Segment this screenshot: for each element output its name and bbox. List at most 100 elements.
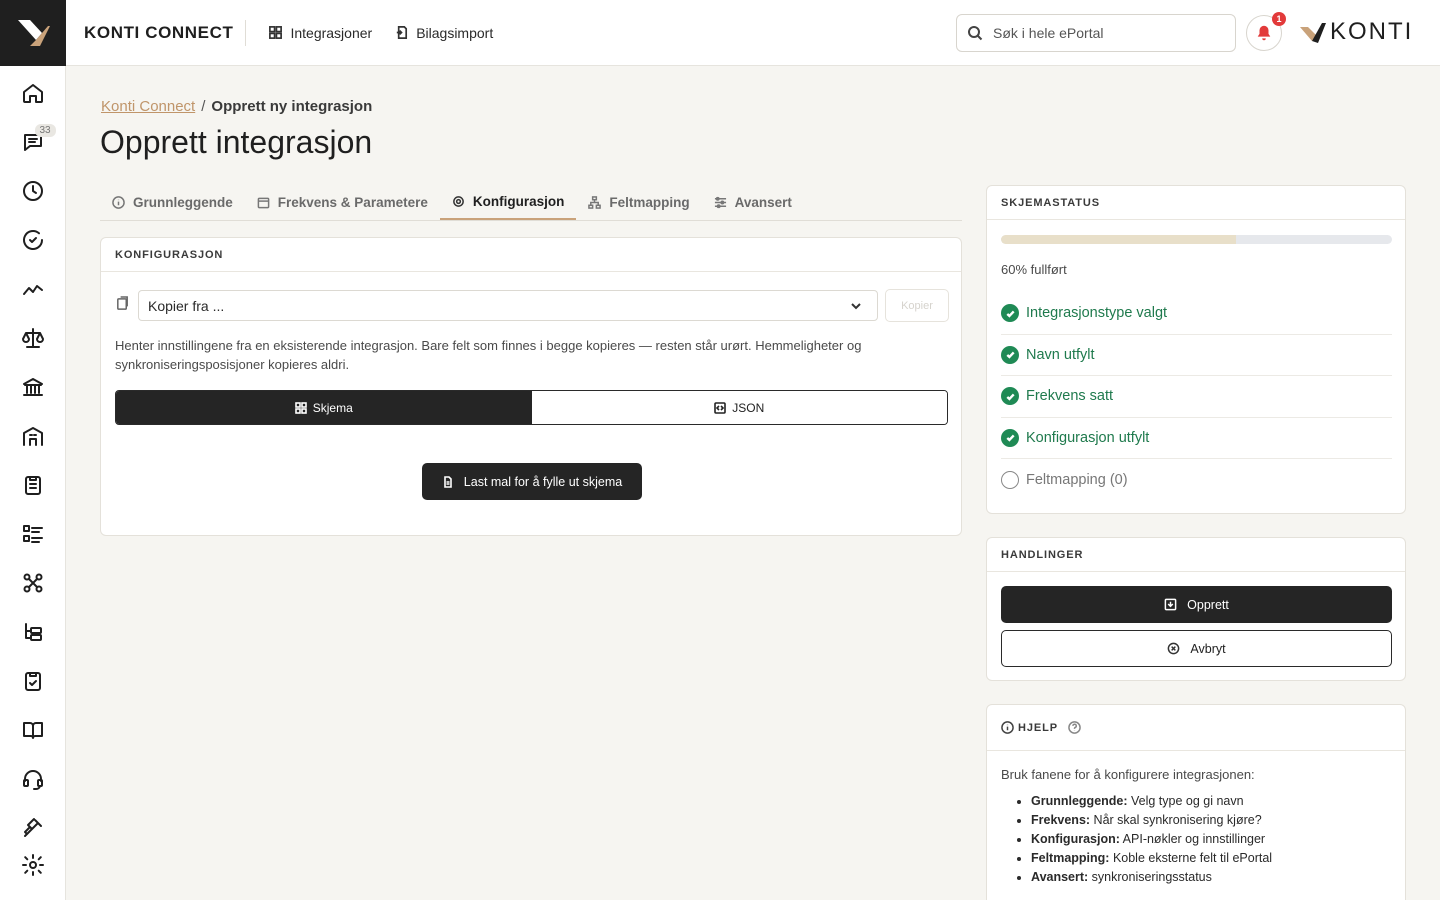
search-icon xyxy=(968,26,983,41)
mode-json-button[interactable]: JSON xyxy=(531,391,947,424)
save-icon xyxy=(1164,598,1177,611)
progress-fill xyxy=(1001,235,1236,244)
nav-link-label: Integrasjoner xyxy=(290,24,373,41)
actions-card: HANDLINGER Opprett Avbryt xyxy=(986,537,1406,681)
tab-label: Grunnleggende xyxy=(133,195,233,210)
help-desc: synkroniseringsstatus xyxy=(1088,870,1212,884)
tab-label: Avansert xyxy=(734,195,792,210)
mode-toggle: Skjema JSON xyxy=(115,390,948,425)
mode-json-label: JSON xyxy=(732,400,765,415)
copy-from-select[interactable]: Kopier fra ... xyxy=(138,290,878,321)
tab-bar: Grunnleggende Frekvens & Parametere Konf… xyxy=(100,185,962,221)
nav-list-icon[interactable] xyxy=(13,514,53,554)
nav-settings-icon[interactable] xyxy=(13,845,53,885)
breadcrumb-separator: / xyxy=(201,98,206,115)
nav-messages-icon[interactable]: 33 xyxy=(13,122,56,162)
konti-mark-icon xyxy=(1300,23,1326,43)
actions-card-heading: HANDLINGER xyxy=(987,538,1405,572)
help-desc: Velg type og gi navn xyxy=(1127,794,1244,808)
tab-feltmapping[interactable]: Feltmapping xyxy=(576,185,701,220)
nav-link-bilagsimport[interactable]: Bilagsimport xyxy=(394,25,493,41)
mode-schema-button[interactable]: Skjema xyxy=(116,391,532,424)
help-intro: Bruk fanene for å konfigurere integrasjo… xyxy=(1001,767,1255,782)
copy-button[interactable]: Kopier xyxy=(885,289,949,322)
nav-support-icon[interactable] xyxy=(13,759,53,799)
checklist-item: Navn utfylt xyxy=(1001,335,1392,376)
help-card-header: HJELP xyxy=(987,705,1405,751)
check-circle-icon xyxy=(1001,387,1019,406)
app-logo[interactable] xyxy=(0,0,66,66)
help-term: Frekvens: xyxy=(1031,813,1091,827)
checklist-item-label: Feltmapping (0) xyxy=(1026,471,1128,488)
tab-frekvens[interactable]: Frekvens & Parametere xyxy=(245,185,440,220)
nav-clipboard-icon[interactable] xyxy=(13,465,53,505)
tab-label: Frekvens & Parametere xyxy=(277,195,428,210)
nav-building-icon[interactable] xyxy=(13,416,53,456)
help-term: Konfigurasjon: xyxy=(1031,832,1120,846)
help-list-item: Konfigurasjon: API-nøkler og innstilling… xyxy=(1031,830,1272,849)
checklist-item: Integrasjonstype valgt xyxy=(1001,293,1392,335)
page-title: Opprett integrasjon xyxy=(100,124,373,160)
question-icon[interactable] xyxy=(1068,721,1081,734)
nav-plug-icon[interactable] xyxy=(13,808,53,848)
copy-help-text: Henter innstillingene fra en eksisterend… xyxy=(115,338,862,372)
konti-mark-icon xyxy=(18,20,50,46)
bell-icon xyxy=(1257,25,1271,41)
nav-home-icon[interactable] xyxy=(13,73,53,113)
create-button-label: Opprett xyxy=(1187,597,1229,612)
help-list-item: Frekvens: Når skal synkronisering kjøre? xyxy=(1031,811,1272,830)
nav-clock-icon[interactable] xyxy=(13,171,53,211)
nav-bank-icon[interactable] xyxy=(13,367,53,407)
sidebar: 33 xyxy=(0,0,66,900)
nav-history-icon[interactable] xyxy=(13,220,53,260)
search-input[interactable] xyxy=(993,25,1213,41)
help-list-item: Grunnleggende: Velg type og gi navn xyxy=(1031,792,1272,811)
info-icon xyxy=(1001,721,1014,734)
breadcrumb: Konti Connect / Opprett ny integrasjon xyxy=(101,98,372,115)
konti-logo: KONTI xyxy=(1298,18,1413,46)
help-card-heading: HJELP xyxy=(1018,721,1058,734)
copy-from-row: Kopier fra ... Kopier xyxy=(115,289,949,322)
calendar-icon xyxy=(257,197,270,209)
brand-title[interactable]: KONTI CONNECT xyxy=(84,19,247,46)
nav-link-integrasjoner[interactable]: Integrasjoner xyxy=(268,25,372,41)
create-button[interactable]: Opprett xyxy=(1001,586,1392,623)
nav-scale-icon[interactable] xyxy=(13,318,53,358)
info-icon xyxy=(112,196,125,209)
nav-hierarchy-icon[interactable] xyxy=(13,612,53,652)
checklist-item-label: Frekvens satt xyxy=(1026,388,1114,405)
document-icon xyxy=(443,475,452,488)
chevron-down-icon xyxy=(851,302,861,309)
nav-integrations-icon[interactable] xyxy=(13,563,53,603)
breadcrumb-current: Opprett ny integrasjon xyxy=(211,98,373,115)
check-circle-icon xyxy=(1001,345,1019,364)
grid-icon xyxy=(294,401,307,414)
import-icon xyxy=(397,26,408,39)
copy-from-value: Kopier fra ... xyxy=(148,297,225,314)
checklist-item: Frekvens satt xyxy=(1001,376,1392,418)
nav-link-label: Bilagsimport xyxy=(416,24,494,41)
status-card: SKJEMASTATUS 60% fullført Integrasjonsty… xyxy=(986,185,1406,514)
breadcrumb-parent-link[interactable]: Konti Connect xyxy=(101,98,195,115)
cancel-button-label: Avbryt xyxy=(1190,641,1226,656)
tab-grunnleggende[interactable]: Grunnleggende xyxy=(100,185,245,220)
load-template-button[interactable]: Last mal for å fylle ut skjema xyxy=(422,463,642,500)
nav-analytics-icon[interactable] xyxy=(13,269,53,309)
check-circle-icon xyxy=(1001,428,1019,447)
tab-avansert[interactable]: Avansert xyxy=(702,185,804,220)
help-term: Grunnleggende: xyxy=(1031,794,1128,808)
tab-konfigurasjon[interactable]: Konfigurasjon xyxy=(439,185,577,220)
help-card: HJELP Bruk fanene for å konfigurere inte… xyxy=(986,704,1406,900)
help-list-item: Feltmapping: Koble eksterne felt til ePo… xyxy=(1031,849,1272,868)
nav-book-icon[interactable] xyxy=(13,710,53,750)
nav-tasks-icon[interactable] xyxy=(13,661,53,701)
global-search[interactable] xyxy=(956,14,1236,52)
notifications-button[interactable]: 1 xyxy=(1246,12,1286,51)
sliders-icon xyxy=(714,196,726,209)
grid-icon xyxy=(269,26,283,39)
tab-label: Feltmapping xyxy=(609,195,690,210)
empty-circle-icon xyxy=(1001,470,1019,489)
notification-badge: 1 xyxy=(1272,12,1286,26)
cancel-button[interactable]: Avbryt xyxy=(1001,630,1392,667)
help-list: Grunnleggende: Velg type og gi navn Frek… xyxy=(1031,792,1272,887)
